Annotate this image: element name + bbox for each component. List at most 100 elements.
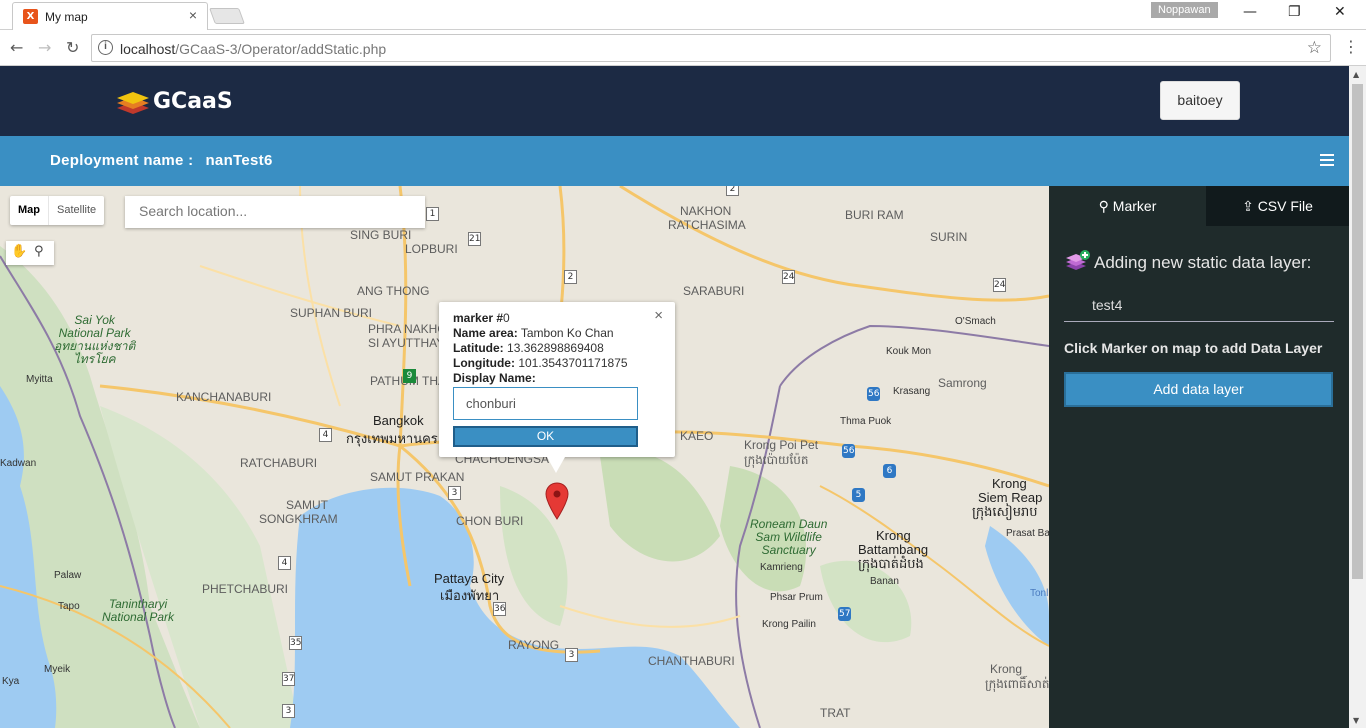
- browser-menu-icon[interactable]: ⋮: [1343, 37, 1359, 56]
- map-label-nakhon: NAKHON: [680, 204, 732, 218]
- road-shield: 3: [565, 648, 578, 662]
- map-label-ratchasima: RATCHASIMA: [668, 218, 746, 232]
- ok-button[interactable]: OK: [453, 426, 638, 447]
- map-type-map-button[interactable]: Map: [10, 196, 49, 225]
- logo-text: GCaaS: [153, 89, 233, 114]
- map-label-phetchaburi: PHETCHABURI: [202, 582, 289, 596]
- info-display-name-label: Display Name:: [453, 371, 536, 385]
- road-shield: 4: [319, 428, 332, 442]
- add-layer-icon: [1066, 250, 1090, 277]
- map-label-roneam-daun: Roneam Daun Sam Wildlife Sanctuary: [750, 518, 827, 557]
- map-label-kouk-mon: Kouk Mon: [886, 346, 932, 357]
- info-latitude-value: 13.362898869408: [507, 341, 604, 355]
- info-latitude: Latitude: 13.362898869408: [453, 341, 661, 356]
- marker-info-window: × marker #0 Name area: Tambon Ko Chan La…: [439, 302, 675, 473]
- add-marker-tool-icon[interactable]: ⚲: [34, 244, 44, 259]
- tab-marker[interactable]: ⚲ Marker: [1049, 186, 1206, 226]
- road-shield: 37: [282, 672, 295, 686]
- info-window-close-icon[interactable]: ×: [654, 308, 663, 323]
- map-label-buri-ram: BURI RAM: [845, 208, 904, 222]
- deployment-label-text: Deployment name :: [50, 152, 194, 169]
- road-shield: 21: [468, 232, 481, 246]
- add-data-layer-button[interactable]: Add data layer: [1064, 372, 1333, 407]
- deployment-label: Deployment name : nanTest6: [50, 152, 273, 169]
- map-label-krong: Krong: [990, 662, 1023, 676]
- info-icon[interactable]: i: [98, 40, 113, 55]
- tanintharyi-np: National Park: [102, 610, 175, 624]
- address-bar: ← → ↻ i localhost/GCaaS-3/Operator/addSt…: [0, 30, 1366, 66]
- map-label-saraburi: SARABURI: [683, 284, 745, 298]
- xampp-favicon-icon: X: [23, 9, 38, 24]
- info-longitude-value: 101.3543701171875: [518, 356, 628, 370]
- tab-close-icon[interactable]: ×: [189, 7, 197, 23]
- map-label-krasang: Krasang: [893, 386, 931, 397]
- scroll-thumb[interactable]: [1352, 84, 1363, 579]
- map-label-osmach: O'Smach: [955, 316, 996, 327]
- scroll-up-icon[interactable]: ▲: [1353, 70, 1359, 79]
- map-label-krong-battambang-2: Battambang: [858, 542, 929, 557]
- user-button[interactable]: baitoey: [1160, 81, 1240, 120]
- sai-yok-th2: ไทรโยค: [73, 352, 116, 366]
- info-latitude-label: Latitude:: [453, 341, 504, 355]
- map-label-myeik: Myeik: [44, 664, 71, 675]
- display-name-input[interactable]: chonburi: [453, 387, 638, 420]
- road-shield: 56: [842, 444, 855, 458]
- map-label-suphan-buri: SUPHAN BURI: [290, 306, 373, 320]
- road-shield: 2: [726, 186, 739, 196]
- hand-pan-icon[interactable]: ✋: [11, 244, 27, 259]
- map-label-thma-puok: Thma Puok: [840, 416, 892, 427]
- panel-heading-text: Adding new static data layer:: [1094, 252, 1312, 272]
- browser-tab-strip: X My map × Noppawan — ❐ ✕: [0, 0, 1366, 30]
- tab-marker-label: Marker: [1112, 198, 1157, 214]
- map-label-tonle: Tonl: [1030, 588, 1049, 599]
- map-label-surin: SURIN: [930, 230, 968, 244]
- info-name-area: Name area: Tambon Ko Chan: [453, 326, 661, 341]
- hamburger-menu-icon[interactable]: [1320, 154, 1334, 169]
- close-window-icon[interactable]: ✕: [1334, 4, 1346, 20]
- browser-tab[interactable]: X My map ×: [12, 2, 208, 30]
- layer-name-input[interactable]: test4: [1064, 290, 1334, 322]
- forward-arrow-icon[interactable]: →: [38, 38, 51, 57]
- maximize-icon[interactable]: ❐: [1288, 4, 1301, 20]
- map-type-control: Map Satellite: [10, 196, 105, 225]
- road-shield: 4: [278, 556, 291, 570]
- profile-badge[interactable]: Noppawan: [1151, 2, 1218, 18]
- road-shield: 5: [852, 488, 865, 502]
- url-text: localhost/GCaaS-3/Operator/addStatic.php: [120, 41, 386, 57]
- minimize-icon[interactable]: —: [1243, 4, 1257, 20]
- new-tab-button[interactable]: [209, 8, 245, 24]
- page-scrollbar[interactable]: ▲ ▼: [1349, 66, 1366, 728]
- map-label-kamrieng: Kamrieng: [760, 562, 803, 573]
- bookmark-star-icon[interactable]: ☆: [1307, 38, 1322, 58]
- map-label-krong-poi-pet: Krong Poi Pet: [744, 438, 819, 452]
- map-search-input[interactable]: Search location...: [125, 196, 425, 228]
- reload-icon[interactable]: ↻: [66, 38, 79, 57]
- map-label-prasat-bakan: Prasat Bak: [1006, 528, 1049, 539]
- map-label-bangkok-thai: กรุงเทพมหานคร: [346, 431, 438, 446]
- tab-csv-label: CSV File: [1257, 198, 1313, 214]
- road-shield: 6: [883, 464, 896, 478]
- map-label-lopburi: LOPBURI: [405, 242, 458, 256]
- map-label-krong-khmer: ក្រុងពោធិ៍សាត់: [985, 677, 1049, 691]
- info-longitude: Longitude: 101.3543701171875: [453, 356, 661, 371]
- map-label-krong-siem-reap-1: Krong: [992, 476, 1027, 491]
- scroll-down-icon[interactable]: ▼: [1353, 716, 1359, 725]
- map-label-kadwan: Kadwan: [0, 458, 37, 469]
- map-label-sa-kaeo: KAEO: [680, 429, 714, 443]
- map-label-tapo: Tapo: [58, 601, 80, 612]
- road-shield: 35: [289, 636, 302, 650]
- map-label-palaw: Palaw: [54, 570, 82, 581]
- url-input[interactable]: i localhost/GCaaS-3/Operator/addStatic.p…: [91, 34, 1331, 62]
- back-arrow-icon[interactable]: ←: [10, 38, 23, 57]
- map-type-satellite-button[interactable]: Satellite: [49, 196, 104, 225]
- gcaas-logo[interactable]: GCaaS: [115, 88, 233, 116]
- road-shield: 9: [403, 369, 416, 383]
- map-pin-icon: ⚲: [1098, 198, 1109, 214]
- map-label-pattaya: Pattaya City: [434, 571, 505, 586]
- map-canvas[interactable]: SING BURI LOPBURI ANG THONG SUPHAN BURI …: [0, 186, 1049, 728]
- road-shield: 1: [426, 207, 439, 221]
- map-label-rayong: RAYONG: [508, 638, 560, 652]
- tab-csv-file[interactable]: ⇪ CSV File: [1206, 186, 1349, 226]
- info-name-area-label: Name area:: [453, 326, 518, 340]
- panel-heading: Adding new static data layer:: [1066, 250, 1311, 277]
